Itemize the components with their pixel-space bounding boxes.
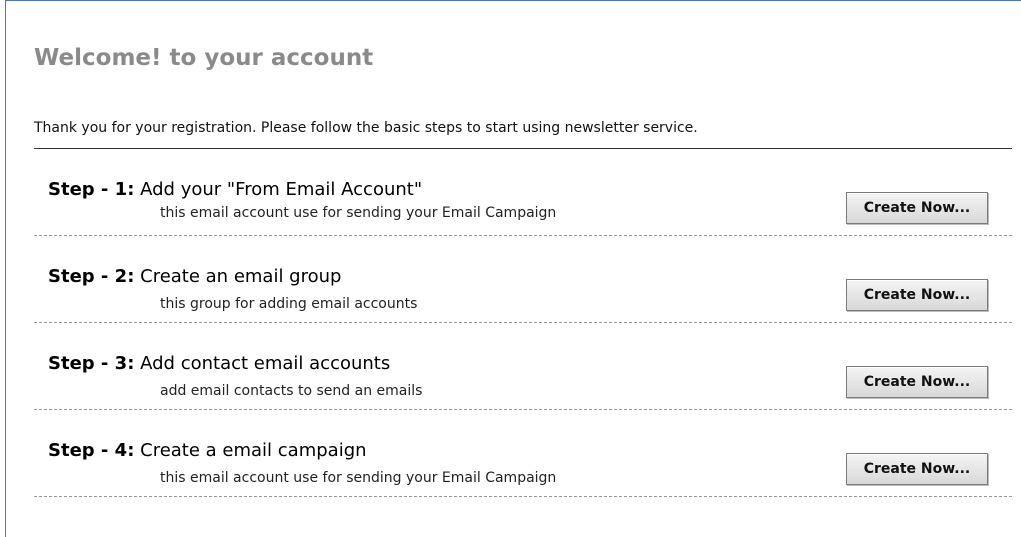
step-1-label: Step - 1: (48, 179, 135, 200)
steps-list: Step - 1: Add your "From Email Account" … (34, 149, 1012, 497)
step-4-title: Create a email campaign (140, 440, 367, 461)
step-3-create-now-button[interactable]: Create Now... (846, 366, 988, 398)
step-4-create-now-button[interactable]: Create Now... (846, 453, 988, 485)
step-2-heading: Step - 2: Create an email group (48, 266, 341, 288)
step-2-description: this group for adding email accounts (160, 296, 418, 312)
step-4: Step - 4: Create a email campaign this e… (34, 410, 1012, 497)
step-1-create-now-button[interactable]: Create Now... (846, 192, 988, 224)
step-1-description: this email account use for sending your … (160, 205, 557, 221)
welcome-panel: Welcome! to your account Thank you for y… (5, 0, 1021, 537)
step-2-create-now-button[interactable]: Create Now... (846, 279, 988, 311)
step-4-heading: Step - 4: Create a email campaign (48, 440, 367, 462)
page-title: Welcome! to your account (34, 45, 374, 71)
step-1: Step - 1: Add your "From Email Account" … (34, 149, 1012, 236)
step-4-description: this email account use for sending your … (160, 470, 557, 486)
step-1-title: Add your "From Email Account" (140, 179, 423, 200)
step-2-label: Step - 2: (48, 266, 135, 287)
intro-text: Thank you for your registration. Please … (34, 120, 698, 136)
step-3-description: add email contacts to send an emails (160, 383, 423, 399)
step-2-title: Create an email group (140, 266, 342, 287)
step-3: Step - 3: Add contact email accounts add… (34, 323, 1012, 410)
step-3-label: Step - 3: (48, 353, 135, 374)
step-3-title: Add contact email accounts (140, 353, 391, 374)
step-4-label: Step - 4: (48, 440, 135, 461)
step-3-heading: Step - 3: Add contact email accounts (48, 353, 390, 375)
step-1-heading: Step - 1: Add your "From Email Account" (48, 179, 422, 201)
step-2: Step - 2: Create an email group this gro… (34, 236, 1012, 323)
